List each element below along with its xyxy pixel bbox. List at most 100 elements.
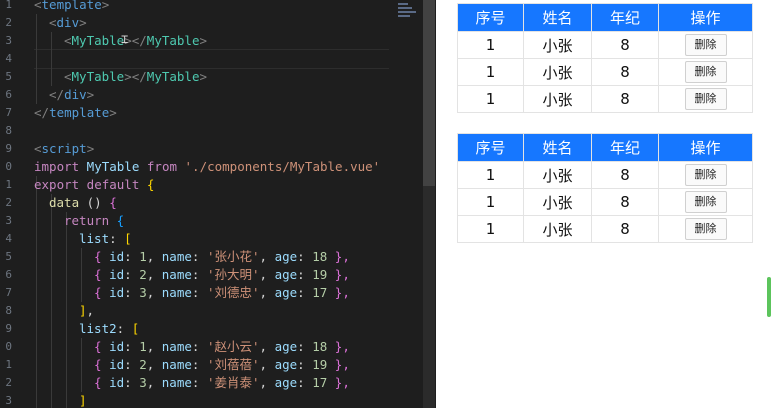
column-header-name: 姓名	[523, 133, 592, 162]
cell-name: 小张	[523, 161, 592, 189]
minimap[interactable]	[396, 0, 422, 22]
code-line[interactable]: <div>	[49, 14, 87, 32]
indent-guide	[51, 194, 52, 408]
line-number: 7	[5, 286, 12, 299]
line-number-gutter: 1 2 3 4 5 6 7 8 9 0 1 2 3 4 5 6 7 8 9 0 …	[0, 0, 12, 408]
code-line[interactable]: { id: 2, name: '刘蓓蓓', age: 19 },	[94, 356, 350, 374]
code-line[interactable]: </template>	[34, 104, 117, 122]
line-number: 6	[5, 88, 12, 101]
delete-button[interactable]: 删除	[684, 218, 727, 240]
column-header-id: 序号	[457, 3, 524, 32]
cell-age: 8	[591, 215, 659, 243]
cell-action: 删除	[658, 215, 753, 243]
code-line[interactable]: { id: 1, name: '赵小云', age: 18 },	[94, 338, 350, 356]
code-line[interactable]: list: [	[79, 230, 132, 248]
line-number: 2	[5, 16, 12, 29]
minimap-line	[398, 15, 410, 17]
line-number: 3	[5, 394, 12, 407]
code-line[interactable]: ]	[79, 392, 87, 408]
code-line[interactable]: { id: 3, name: '刘德忠', age: 17 },	[94, 284, 350, 302]
editor-scrollbar-thumb[interactable]	[423, 0, 435, 186]
cell-name: 小张	[523, 85, 592, 113]
cell-id: 1	[457, 85, 524, 113]
code-line[interactable]: list2: [	[79, 320, 139, 338]
cell-id: 1	[457, 58, 524, 86]
cell-id: 1	[457, 215, 524, 243]
cell-age: 8	[591, 85, 659, 113]
column-header-action: 操作	[658, 133, 753, 162]
table-row: 1 小张 8 删除	[457, 215, 753, 243]
indent-guide	[66, 212, 67, 408]
column-header-age: 年纪	[591, 133, 659, 162]
code-line[interactable]: { id: 3, name: '姜肖泰', age: 17 },	[94, 374, 350, 392]
cell-age: 8	[591, 188, 659, 216]
cell-action: 删除	[658, 161, 753, 189]
code-line[interactable]: ],	[79, 302, 94, 320]
cell-action: 删除	[658, 188, 753, 216]
data-table: 序号 姓名 年纪 操作 1 小张 8 删除 1 小张 8 删除 1 小张 8 删…	[457, 3, 753, 113]
line-number: 3	[5, 34, 12, 47]
indent-guide	[51, 32, 52, 86]
delete-button[interactable]: 删除	[684, 191, 727, 213]
delete-button[interactable]: 删除	[684, 34, 727, 56]
line-number: 0	[5, 340, 12, 353]
code-line[interactable]: export default {	[34, 176, 154, 194]
code-line[interactable]: data () {	[49, 194, 117, 212]
indent-guide	[81, 338, 82, 392]
cell-id: 1	[457, 31, 524, 59]
line-number: 2	[5, 376, 12, 389]
current-line-highlight	[34, 49, 389, 69]
code-line[interactable]: <MyTable></MyTable>	[64, 32, 207, 50]
line-number: 9	[5, 322, 12, 335]
table-row: 1 小张 8 删除	[457, 58, 753, 86]
column-header-id: 序号	[457, 133, 524, 162]
cell-age: 8	[591, 161, 659, 189]
cell-name: 小张	[523, 188, 592, 216]
line-number: 8	[5, 124, 12, 137]
line-number: 5	[5, 70, 12, 83]
code-line[interactable]: <MyTable></MyTable>	[64, 68, 207, 86]
column-header-name: 姓名	[523, 3, 592, 32]
code-line[interactable]: <template>	[34, 0, 109, 14]
cell-action: 删除	[658, 85, 753, 113]
code-line[interactable]: return {	[64, 212, 124, 230]
cell-name: 小张	[523, 215, 592, 243]
line-number: 2	[5, 196, 12, 209]
code-line[interactable]: import MyTable from './components/MyTabl…	[34, 158, 380, 176]
table-row: 1 小张 8 删除	[457, 85, 753, 113]
cell-age: 8	[591, 31, 659, 59]
table-header-row: 序号 姓名 年纪 操作	[457, 3, 753, 32]
code-line[interactable]: <script>	[34, 140, 94, 158]
line-number: 7	[5, 106, 12, 119]
indent-guide	[36, 176, 37, 408]
code-line[interactable]: { id: 1, name: '张小花', age: 18 },	[94, 248, 350, 266]
line-number: 1	[5, 178, 12, 191]
column-header-action: 操作	[658, 3, 753, 32]
minimap-line	[398, 11, 416, 13]
line-number: 1	[5, 0, 12, 11]
text-cursor-icon: ⌶	[121, 32, 129, 46]
indent-guide	[81, 248, 82, 302]
table-row: 1 小张 8 删除	[457, 161, 753, 189]
line-number: 0	[5, 160, 12, 173]
cell-action: 删除	[658, 58, 753, 86]
data-table: 序号 姓名 年纪 操作 1 小张 8 删除 1 小张 8 删除 1 小张 8 删…	[457, 133, 753, 243]
code-line[interactable]: </div>	[49, 86, 94, 104]
cell-id: 1	[457, 161, 524, 189]
code-line[interactable]: { id: 2, name: '孙大明', age: 19 },	[94, 266, 350, 284]
editor-scrollbar-track[interactable]	[423, 186, 435, 408]
line-number: 4	[5, 52, 12, 65]
line-number: 4	[5, 232, 12, 245]
table-row: 1 小张 8 删除	[457, 188, 753, 216]
cell-name: 小张	[523, 31, 592, 59]
minimap-line	[398, 7, 412, 9]
delete-button[interactable]: 删除	[684, 88, 727, 110]
cell-action: 删除	[658, 31, 753, 59]
delete-button[interactable]: 删除	[684, 164, 727, 186]
line-number: 6	[5, 268, 12, 281]
column-header-age: 年纪	[591, 3, 659, 32]
line-number: 1	[5, 358, 12, 371]
delete-button[interactable]: 删除	[684, 61, 727, 83]
code-editor[interactable]: 1 2 3 4 5 6 7 8 9 0 1 2 3 4 5 6 7 8 9 0 …	[0, 0, 436, 408]
cell-id: 1	[457, 188, 524, 216]
